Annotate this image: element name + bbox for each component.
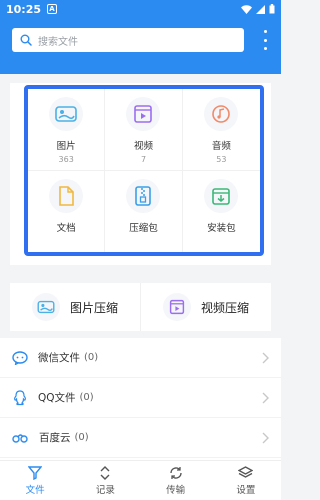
image-compress-label: 图片压缩 — [69, 300, 118, 315]
list-item-label: QQ文件 — [38, 392, 76, 404]
category-images[interactable]: 图片 363 — [28, 89, 106, 171]
image-compress-icon — [31, 293, 60, 321]
list-item-wechat[interactable]: 微信文件 (0) — [0, 338, 281, 378]
search-bar[interactable]: 搜索文件 — [12, 28, 244, 52]
tab-label: 文件 — [25, 484, 45, 496]
category-label: 文档 — [56, 222, 76, 234]
video-icon — [126, 97, 161, 131]
image-compress-button[interactable]: 图片压缩 — [10, 283, 141, 331]
tab-settings[interactable]: 设置 — [211, 461, 281, 500]
wifi-icon — [241, 4, 252, 14]
list-item-count: (0) — [84, 352, 99, 363]
search-placeholder: 搜索文件 — [38, 36, 78, 48]
category-label: 视频 — [133, 141, 153, 152]
category-video[interactable]: 视频 7 — [105, 89, 183, 171]
tab-label: 记录 — [95, 484, 115, 496]
notification-badge: A — [47, 4, 58, 14]
list-item-qq[interactable]: QQ文件 (0) — [0, 378, 281, 418]
video-compress-button[interactable]: 视频压缩 — [141, 283, 271, 331]
tab-files[interactable]: 文件 — [0, 461, 70, 500]
tab-label: 传输 — [166, 484, 186, 496]
chevron-right-icon — [262, 392, 269, 403]
status-icons — [241, 4, 275, 14]
install-package-icon — [204, 178, 239, 213]
tab-records[interactable]: 记录 — [70, 461, 140, 500]
status-bar: 10:25 A — [0, 0, 281, 18]
file-filter-icon — [28, 465, 43, 480]
battery-icon — [269, 4, 275, 14]
category-count: 53 — [216, 155, 227, 164]
category-grid: 图片 363 视频 7 音频 53 文档 压缩包 安装包 — [24, 85, 264, 256]
baidu-cloud-icon — [12, 433, 28, 443]
category-label: 压缩包 — [129, 222, 158, 234]
top-header: 搜索文件 — [0, 18, 281, 74]
category-audio[interactable]: 音频 53 — [182, 89, 260, 171]
list-item-label: 微信文件 — [38, 352, 80, 364]
chevron-right-icon — [262, 352, 269, 363]
wechat-icon — [12, 350, 28, 365]
list-item-count: (0) — [74, 432, 89, 443]
category-label: 安装包 — [207, 222, 236, 234]
tab-label: 设置 — [236, 484, 256, 496]
category-documents[interactable]: 文档 — [28, 170, 106, 252]
signal-icon — [256, 4, 265, 14]
list-item-label: 百度云 — [39, 432, 71, 444]
status-time: 10:25 — [6, 2, 42, 16]
settings-layers-icon — [238, 465, 254, 478]
category-label: 图片 — [56, 141, 76, 152]
bottom-tab-bar: 文件 记录 传输 设置 — [0, 460, 281, 500]
record-icon — [100, 465, 110, 480]
list-item-count: (0) — [79, 392, 94, 403]
video-compress-label: 视频压缩 — [200, 300, 249, 315]
chevron-right-icon — [262, 432, 269, 443]
tab-transfer[interactable]: 传输 — [141, 461, 211, 500]
zip-icon — [126, 178, 161, 213]
category-panel: 图片 363 视频 7 音频 53 文档 压缩包 安装包 — [10, 83, 271, 265]
transfer-icon — [169, 466, 182, 479]
category-label: 音频 — [211, 141, 231, 152]
qq-icon — [13, 389, 27, 405]
more-menu-icon[interactable] — [263, 30, 267, 50]
list-item-baidu-cloud[interactable]: 百度云 (0) — [0, 418, 281, 458]
category-count: 363 — [58, 155, 74, 164]
video-compress-icon — [162, 293, 191, 321]
category-installers[interactable]: 安装包 — [183, 171, 260, 253]
search-icon — [20, 34, 32, 46]
category-archives[interactable]: 压缩包 — [105, 170, 183, 252]
music-icon — [204, 97, 239, 131]
image-icon — [49, 97, 84, 131]
category-count: 7 — [140, 155, 147, 164]
compress-shortcuts: 图片压缩 视频压缩 — [10, 283, 271, 331]
source-list: 微信文件 (0) QQ文件 (0) 百度云 (0) — [0, 338, 281, 460]
document-icon — [49, 178, 84, 213]
